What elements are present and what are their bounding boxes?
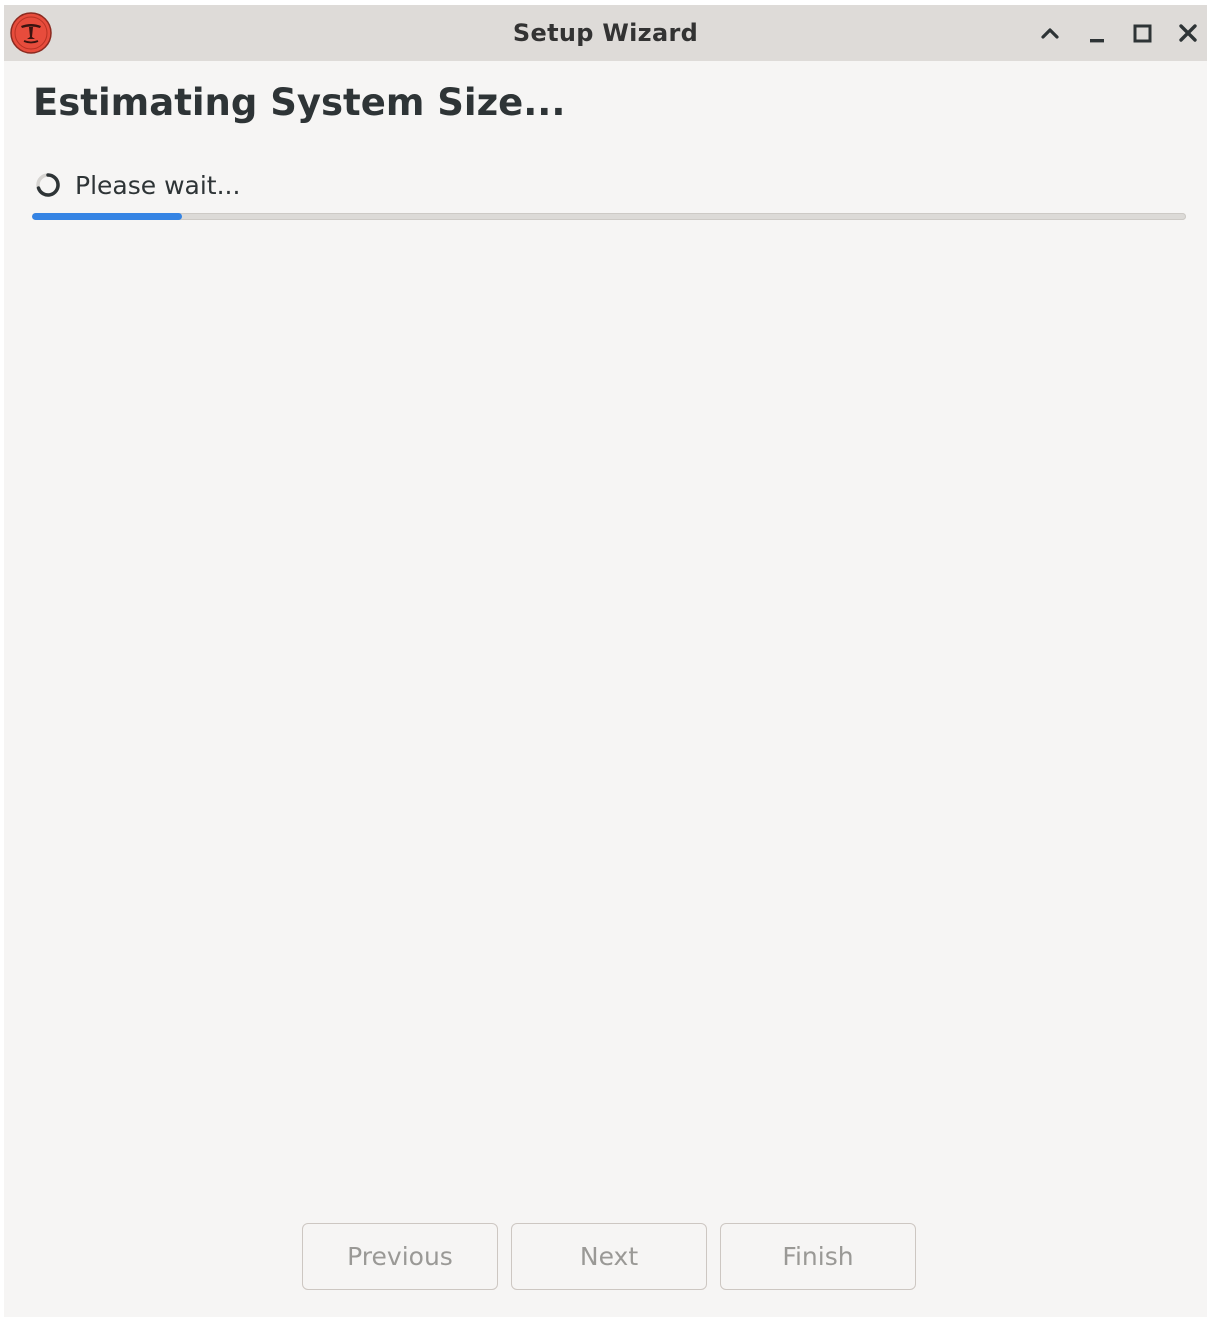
minimize-icon[interactable]: [1081, 17, 1113, 49]
spinner-icon: [33, 170, 63, 200]
previous-button[interactable]: Previous: [302, 1223, 498, 1290]
window-title: Setup Wizard: [512, 19, 699, 47]
next-button[interactable]: Next: [511, 1223, 707, 1290]
status-row: Please wait...: [33, 165, 240, 205]
progress-bar: [32, 213, 1186, 220]
setup-wizard-window: Setup Wizard Estimating System Size... P…: [4, 5, 1207, 1317]
finish-button[interactable]: Finish: [720, 1223, 916, 1290]
status-text: Please wait...: [75, 170, 241, 200]
page-title: Estimating System Size...: [33, 81, 566, 124]
title-bar[interactable]: Setup Wizard: [4, 5, 1207, 61]
wizard-button-row: Previous Next Finish: [302, 1223, 916, 1290]
progress-bar-fill: [32, 213, 183, 220]
close-icon[interactable]: [1172, 17, 1204, 49]
chevron-up-icon[interactable]: [1034, 17, 1066, 49]
maximize-icon[interactable]: [1126, 17, 1158, 49]
